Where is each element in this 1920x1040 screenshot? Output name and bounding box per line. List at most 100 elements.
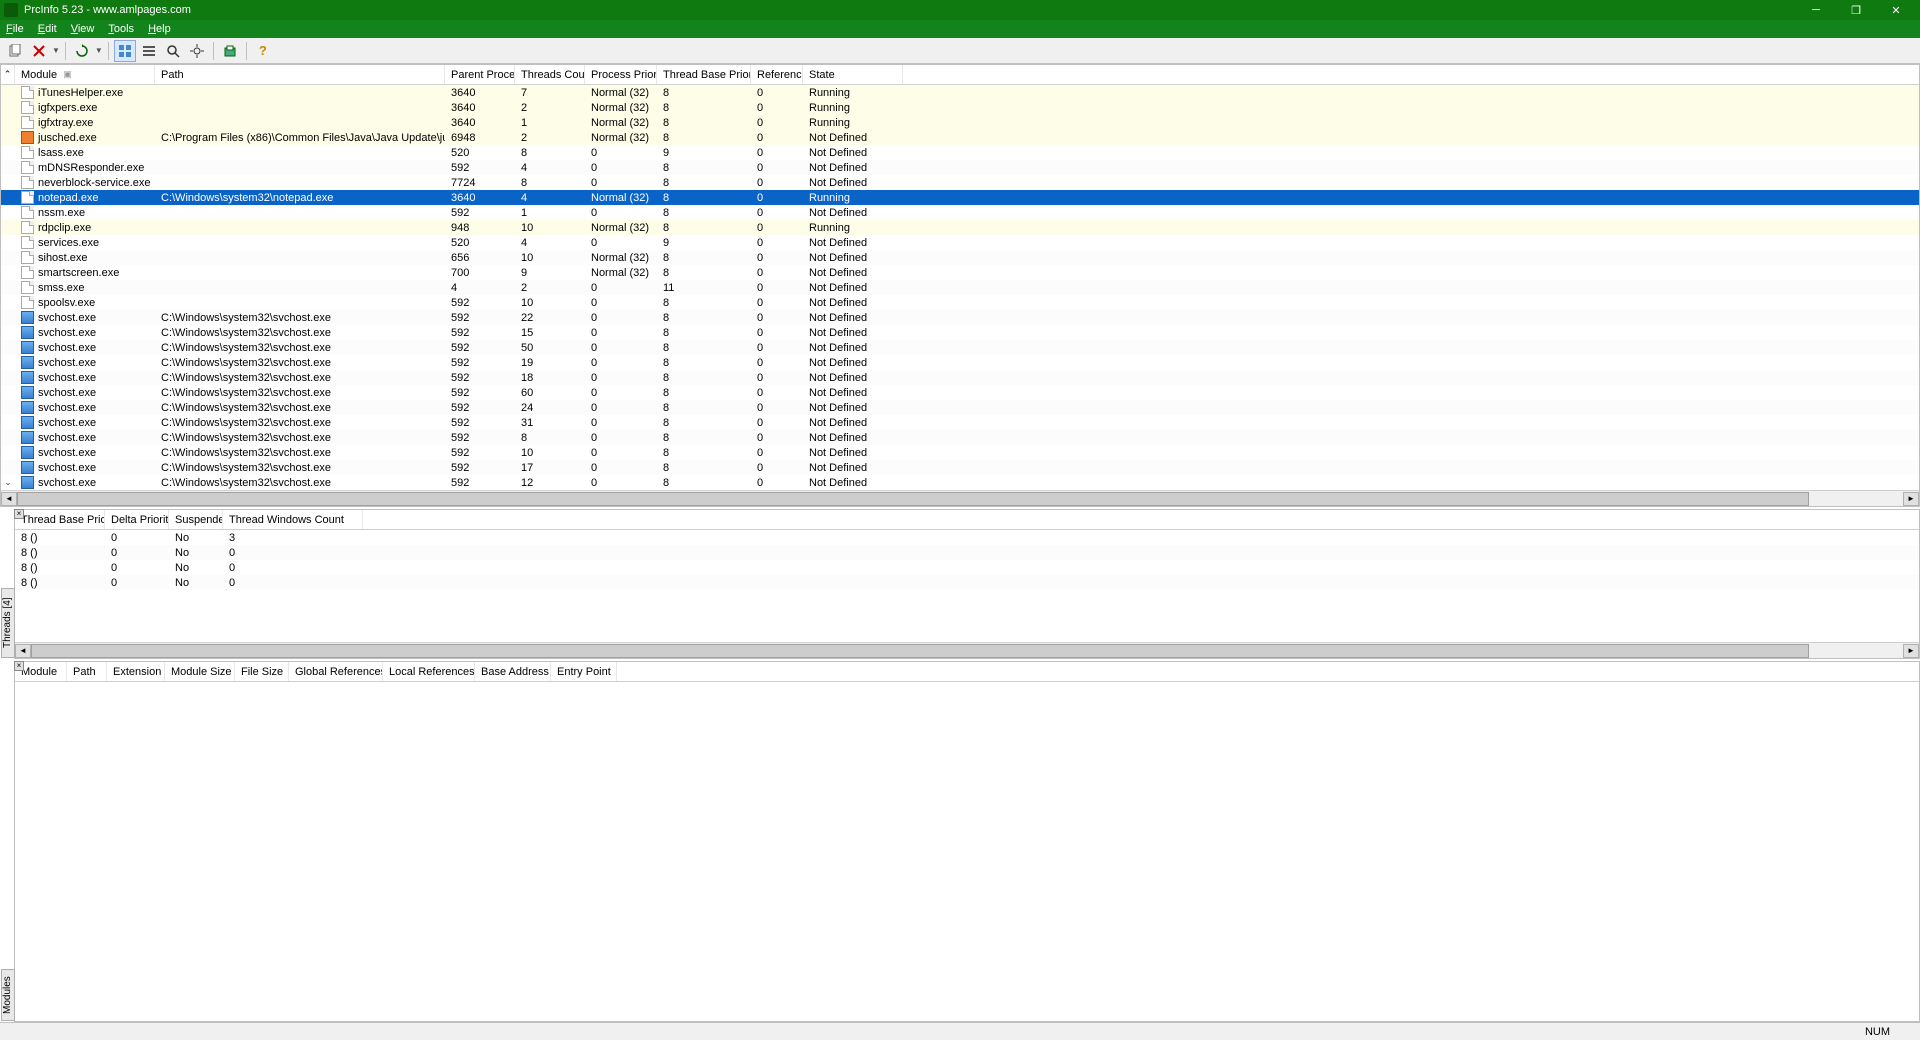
col-module[interactable]: Module ▣	[15, 65, 155, 84]
process-row[interactable]: svchost.exeC:\Windows\system32\svchost.e…	[1, 385, 1919, 400]
toolbar-refresh-button[interactable]	[71, 40, 93, 62]
expand-icon[interactable]	[1, 310, 15, 325]
process-row[interactable]: svchost.exeC:\Windows\system32\svchost.e…	[1, 355, 1919, 370]
maximize-button[interactable]: ❐	[1836, 0, 1876, 20]
threads-grid[interactable]: 8 ()0No38 ()0No08 ()0No08 ()0No0	[15, 530, 1919, 642]
process-row[interactable]: jusched.exeC:\Program Files (x86)\Common…	[1, 130, 1919, 145]
expand-icon[interactable]	[1, 460, 15, 475]
scroll-left-icon[interactable]: ◄	[15, 644, 31, 658]
expand-icon[interactable]	[1, 115, 15, 130]
threads-tab[interactable]: Threads [4]	[1, 588, 15, 658]
process-row[interactable]: svchost.exeC:\Windows\system32\svchost.e…	[1, 325, 1919, 340]
menu-file[interactable]: File	[6, 23, 24, 35]
toolbar-export-button[interactable]	[219, 40, 241, 62]
mcol-file-size[interactable]: File Size	[235, 662, 289, 681]
expand-icon[interactable]	[1, 295, 15, 310]
process-row[interactable]: notepad.exeC:\Windows\system32\notepad.e…	[1, 190, 1919, 205]
process-row[interactable]: rdpclip.exe94810Normal (32)80Running	[1, 220, 1919, 235]
expand-icon[interactable]	[1, 130, 15, 145]
mcol-entry-point[interactable]: Entry Point	[551, 662, 617, 681]
expand-icon[interactable]	[1, 205, 15, 220]
modules-tab[interactable]: Modules	[1, 969, 15, 1021]
processes-grid[interactable]: iTunesHelper.exe36407Normal (32)80Runnin…	[1, 85, 1919, 490]
minimize-button[interactable]: ─	[1796, 0, 1836, 20]
processes-hscroll[interactable]: ◄ ►	[1, 490, 1919, 506]
expand-icon[interactable]	[1, 145, 15, 160]
toolbar-find-button[interactable]	[162, 40, 184, 62]
threads-close-icon[interactable]: ×	[14, 509, 24, 519]
scroll-left-icon[interactable]: ◄	[1, 492, 17, 506]
col-parent-process[interactable]: Parent Process	[445, 65, 515, 84]
expand-icon[interactable]	[1, 100, 15, 115]
expand-icon[interactable]	[1, 325, 15, 340]
expand-column-header[interactable]: ⌃	[1, 65, 15, 84]
mcol-base-address[interactable]: Base Address	[475, 662, 551, 681]
process-row[interactable]: neverblock-service.exe77248080Not Define…	[1, 175, 1919, 190]
modules-close-icon[interactable]: ×	[14, 661, 24, 671]
mcol-path[interactable]: Path	[67, 662, 107, 681]
thread-row[interactable]: 8 ()0No3	[15, 530, 1919, 545]
scroll-right-icon[interactable]: ►	[1903, 492, 1919, 506]
thread-row[interactable]: 8 ()0No0	[15, 545, 1919, 560]
col-suspended[interactable]: Suspended	[169, 510, 223, 529]
expand-icon[interactable]	[1, 280, 15, 295]
expand-icon[interactable]	[1, 175, 15, 190]
process-row[interactable]: igfxtray.exe36401Normal (32)80Running	[1, 115, 1919, 130]
expand-icon[interactable]: ⌄	[1, 475, 15, 490]
expand-icon[interactable]	[1, 400, 15, 415]
mcol-module-size[interactable]: Module Size	[165, 662, 235, 681]
process-row[interactable]: svchost.exeC:\Windows\system32\svchost.e…	[1, 310, 1919, 325]
col-path[interactable]: Path	[155, 65, 445, 84]
expand-icon[interactable]	[1, 370, 15, 385]
mcol-global-references[interactable]: Global References	[289, 662, 383, 681]
thread-row[interactable]: 8 ()0No0	[15, 560, 1919, 575]
expand-icon[interactable]	[1, 160, 15, 175]
col-state[interactable]: State	[803, 65, 903, 84]
process-row[interactable]: sihost.exe65610Normal (32)80Not Defined	[1, 250, 1919, 265]
col-threads-count[interactable]: Threads Count	[515, 65, 585, 84]
process-row[interactable]: igfxpers.exe36402Normal (32)80Running	[1, 100, 1919, 115]
modules-grid[interactable]	[15, 682, 1919, 1021]
expand-icon[interactable]	[1, 85, 15, 100]
expand-icon[interactable]	[1, 415, 15, 430]
expand-icon[interactable]	[1, 265, 15, 280]
process-row[interactable]: iTunesHelper.exe36407Normal (32)80Runnin…	[1, 85, 1919, 100]
expand-icon[interactable]	[1, 235, 15, 250]
process-row[interactable]: svchost.exeC:\Windows\system32\svchost.e…	[1, 400, 1919, 415]
process-row[interactable]: services.exe5204090Not Defined	[1, 235, 1919, 250]
mcol-extension[interactable]: Extension	[107, 662, 165, 681]
col-thread-windows-count[interactable]: Thread Windows Count	[223, 510, 363, 529]
col-thread-base-priority[interactable]: Thread Base Priority	[657, 65, 751, 84]
toolbar-settings-button[interactable]	[186, 40, 208, 62]
process-row[interactable]: mDNSResponder.exe5924080Not Defined	[1, 160, 1919, 175]
process-row[interactable]: svchost.exeC:\Windows\system32\svchost.e…	[1, 460, 1919, 475]
process-row[interactable]: smartscreen.exe7009Normal (32)80Not Defi…	[1, 265, 1919, 280]
scroll-right-icon[interactable]: ►	[1903, 644, 1919, 658]
expand-icon[interactable]	[1, 445, 15, 460]
col-process-priority[interactable]: Process Priority	[585, 65, 657, 84]
expand-icon[interactable]	[1, 385, 15, 400]
process-row[interactable]: lsass.exe5208090Not Defined	[1, 145, 1919, 160]
process-row[interactable]: svchost.exeC:\Windows\system32\svchost.e…	[1, 430, 1919, 445]
process-row[interactable]: svchost.exeC:\Windows\system32\svchost.e…	[1, 415, 1919, 430]
menu-view[interactable]: View	[71, 23, 95, 35]
process-row[interactable]: svchost.exeC:\Windows\system32\svchost.e…	[1, 445, 1919, 460]
threads-hscroll[interactable]: ◄ ►	[15, 642, 1919, 658]
menu-edit[interactable]: Edit	[38, 23, 57, 35]
toolbar-delete-button[interactable]	[28, 40, 50, 62]
col-delta-priority[interactable]: Delta Priority	[105, 510, 169, 529]
expand-icon[interactable]	[1, 190, 15, 205]
toolbar-help-button[interactable]: ?	[252, 40, 274, 62]
process-row[interactable]: smss.exe420110Not Defined	[1, 280, 1919, 295]
close-button[interactable]: ✕	[1876, 0, 1916, 20]
mcol-local-references[interactable]: Local References	[383, 662, 475, 681]
thread-row[interactable]: 8 ()0No0	[15, 575, 1919, 590]
toolbar-grid-button[interactable]	[114, 40, 136, 62]
process-row[interactable]: nssm.exe5921080Not Defined	[1, 205, 1919, 220]
process-row[interactable]: spoolsv.exe59210080Not Defined	[1, 295, 1919, 310]
expand-icon[interactable]	[1, 355, 15, 370]
col-references[interactable]: References	[751, 65, 803, 84]
process-row[interactable]: ⌄svchost.exeC:\Windows\system32\svchost.…	[1, 475, 1919, 490]
col-thread-base-priority-2[interactable]: Thread Base Priority	[15, 510, 105, 529]
toolbar-list-button[interactable]	[138, 40, 160, 62]
